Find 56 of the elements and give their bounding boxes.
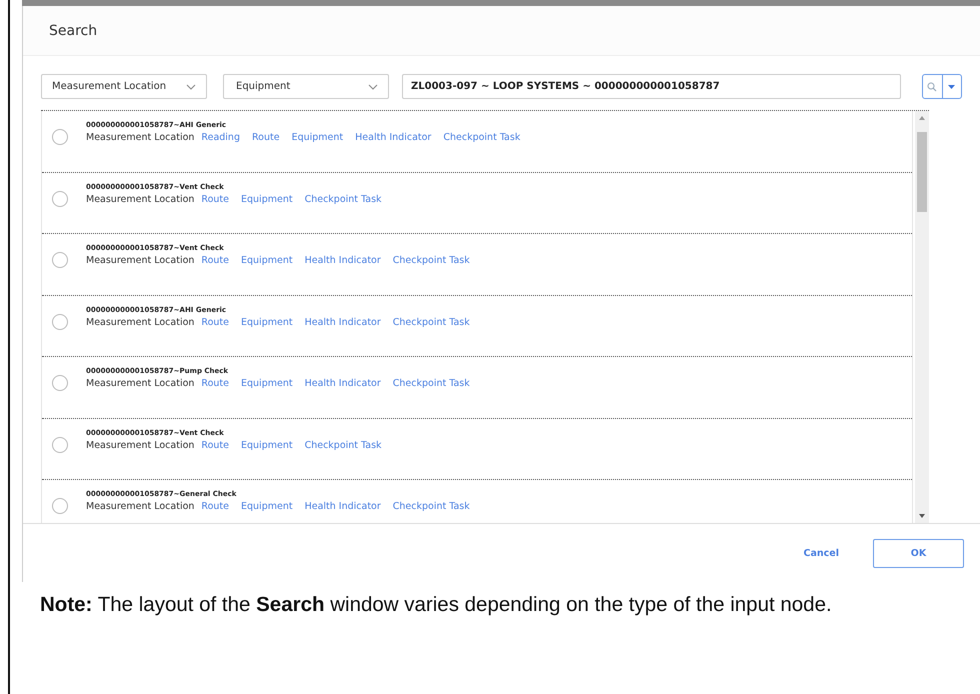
related-link[interactable]: Checkpoint Task (392, 316, 470, 328)
related-link[interactable]: Route (201, 440, 229, 450)
related-link[interactable]: Equipment (241, 440, 293, 450)
dialog-title: Search (49, 22, 98, 38)
related-link[interactable]: Health Indicator (304, 378, 381, 389)
search-icon (927, 82, 938, 92)
chevron-down-icon (186, 84, 196, 90)
note-paragraph: Note: The layout of the Search window varies depending on the type of the input node. (40, 592, 833, 618)
related-link[interactable]: Route (201, 378, 229, 389)
result-type: Measurement Location (86, 194, 194, 204)
related-link[interactable]: Route (201, 316, 229, 328)
related-link[interactable]: Equipment (241, 194, 293, 204)
related-link[interactable]: Health Indicator (304, 316, 381, 328)
related-link[interactable]: Health Indicator (304, 255, 381, 266)
related-link[interactable]: Equipment (292, 132, 344, 143)
result-type: Measurement Location (86, 316, 194, 328)
related-link[interactable]: Equipment (241, 255, 293, 266)
scrollbar-thumb[interactable] (917, 132, 927, 212)
result-type: Measurement Location (86, 255, 194, 266)
result-type: Measurement Location (86, 501, 194, 512)
related-link[interactable]: Checkpoint Task (443, 132, 520, 143)
radio-button[interactable] (52, 190, 68, 206)
related-link[interactable]: Route (201, 194, 229, 204)
radio-button[interactable] (52, 498, 68, 514)
search-input-field[interactable]: ZL0003-097 ~ LOOP SYSTEMS ~ 000000000001058787 (402, 74, 901, 99)
related-link[interactable]: Route (252, 132, 280, 143)
result-type: Measurement Location (86, 440, 194, 450)
scroll-up-arrow-icon (919, 116, 925, 120)
search-split-button[interactable] (922, 74, 962, 99)
radio-button[interactable] (52, 252, 68, 268)
related-link[interactable]: Equipment (241, 501, 293, 512)
related-link[interactable]: Health Indicator (355, 132, 432, 143)
filter-dropdown[interactable]: Measurement Location (41, 74, 207, 99)
related-link[interactable]: Checkpoint Task (304, 194, 382, 204)
related-link[interactable]: Route (201, 255, 229, 266)
result-type: Measurement Location (86, 378, 194, 389)
chevron-down-icon (368, 84, 378, 90)
related-link[interactable]: Checkpoint Task (392, 255, 470, 266)
related-link[interactable]: Equipment (241, 316, 293, 328)
caret-down-icon (948, 84, 956, 88)
result-type: Measurement Location (86, 132, 194, 143)
related-link[interactable]: Health Indicator (304, 501, 381, 512)
related-link[interactable]: Checkpoint Task (392, 378, 470, 389)
related-link[interactable]: Checkpoint Task (304, 440, 382, 450)
radio-button[interactable] (52, 375, 68, 391)
ok-button[interactable]: OK (873, 538, 964, 568)
related-link[interactable]: Route (201, 501, 229, 512)
scroll-down-arrow-icon (919, 514, 925, 518)
scrollbar[interactable] (915, 111, 929, 523)
related-link[interactable]: Checkpoint Task (392, 501, 470, 512)
filter-dropdown[interactable]: Equipment (223, 74, 389, 99)
radio-button[interactable] (52, 129, 68, 145)
radio-button[interactable] (52, 436, 68, 452)
related-link[interactable]: Reading (201, 132, 240, 143)
radio-button[interactable] (52, 314, 68, 330)
related-link[interactable]: Equipment (241, 378, 293, 389)
